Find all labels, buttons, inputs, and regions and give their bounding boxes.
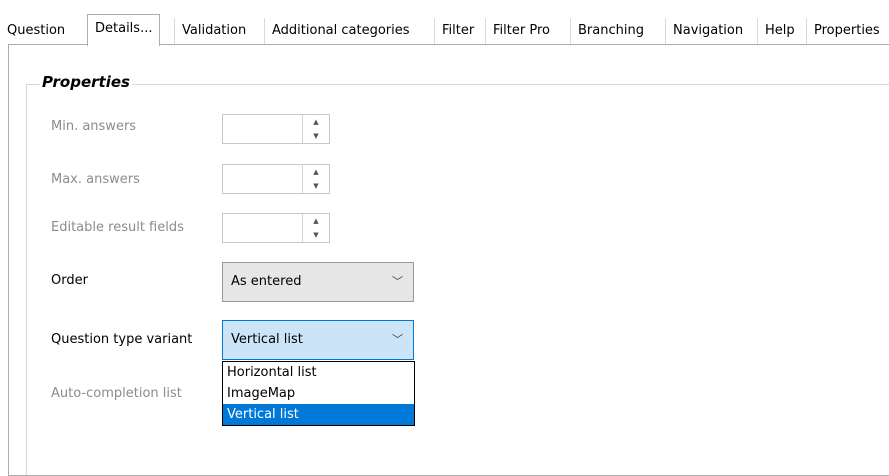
tab-validation[interactable]: Validation	[174, 18, 253, 44]
tab-filter[interactable]: Filter	[434, 18, 481, 44]
min-answers-spinner[interactable]: ▲ ▼	[222, 114, 330, 144]
order-label: Order	[51, 273, 88, 288]
tab-filter-pro[interactable]: Filter Pro	[485, 18, 557, 44]
chevron-down-icon[interactable]: ﹀	[392, 321, 403, 359]
max-answers-spinner[interactable]: ▲ ▼	[222, 164, 330, 194]
editable-result-fields-label: Editable result fields	[51, 220, 184, 235]
editable-result-fields-spin-buttons[interactable]: ▲ ▼	[302, 214, 329, 242]
spin-up-icon[interactable]: ▲	[303, 214, 329, 228]
dropdown-option-horizontal-list[interactable]: Horizontal list	[223, 362, 414, 383]
tab-question[interactable]: Question	[0, 18, 72, 44]
spin-up-icon[interactable]: ▲	[303, 165, 329, 179]
max-answers-spin-buttons[interactable]: ▲ ▼	[302, 165, 329, 193]
min-answers-label: Min. answers	[51, 119, 137, 134]
min-answers-spin-buttons[interactable]: ▲ ▼	[302, 115, 329, 143]
max-answers-label: Max. answers	[51, 172, 140, 187]
spin-down-icon[interactable]: ▼	[303, 228, 329, 242]
spin-up-icon[interactable]: ▲	[303, 115, 329, 129]
tab-additional-categories[interactable]: Additional categories	[264, 18, 417, 44]
tab-properties[interactable]: Properties	[806, 18, 887, 44]
dropdown-option-imagemap[interactable]: ImageMap	[223, 383, 414, 404]
tab-details[interactable]: Details...	[87, 14, 161, 46]
properties-group-title: Properties	[40, 73, 132, 91]
auto-completion-list-label: Auto-completion list	[51, 386, 182, 401]
order-select-value: As entered	[231, 274, 302, 289]
tab-branching[interactable]: Branching	[570, 18, 651, 44]
question-type-variant-select-value: Vertical list	[231, 332, 303, 347]
tab-strip: Question Details... Validation Additiona…	[0, 0, 889, 46]
order-select[interactable]: As entered ﹀	[222, 262, 414, 302]
question-type-variant-dropdown: Horizontal list ImageMap Vertical list	[222, 361, 415, 426]
editable-result-fields-spinner[interactable]: ▲ ▼	[222, 213, 330, 243]
question-type-variant-select[interactable]: Vertical list ﹀	[222, 320, 414, 360]
properties-groupbox	[26, 84, 889, 475]
question-type-variant-label: Question type variant	[51, 332, 193, 347]
tab-help[interactable]: Help	[757, 18, 802, 44]
dropdown-option-vertical-list[interactable]: Vertical list	[223, 404, 414, 425]
spin-down-icon[interactable]: ▼	[303, 179, 329, 193]
chevron-down-icon[interactable]: ﹀	[392, 263, 403, 301]
spin-down-icon[interactable]: ▼	[303, 129, 329, 143]
tab-navigation[interactable]: Navigation	[665, 18, 750, 44]
